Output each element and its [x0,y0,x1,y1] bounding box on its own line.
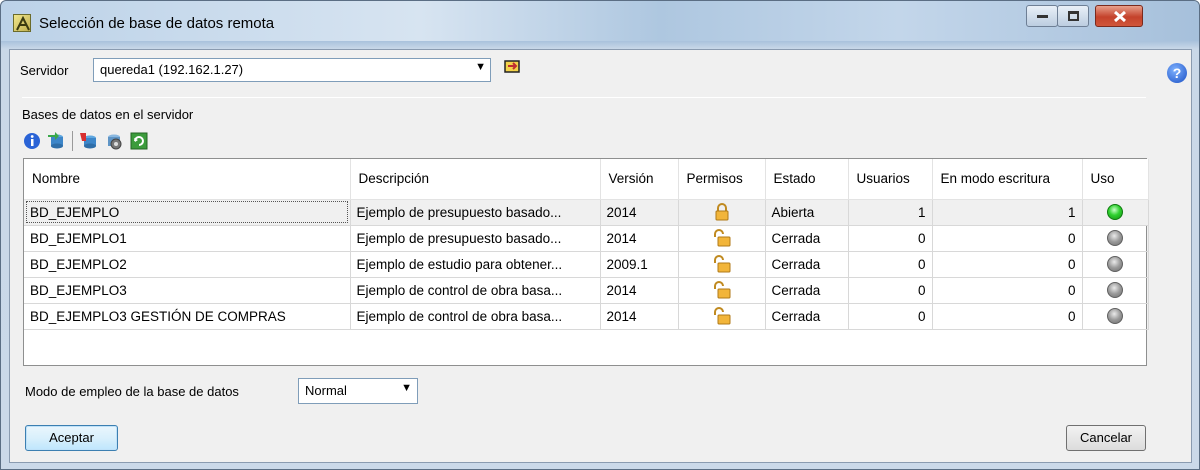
mode-label: Modo de empleo de la base de datos [25,384,239,399]
cell-version: 2014 [600,277,679,304]
cell-uso [1082,251,1149,278]
cell-estado: Abierta [765,199,849,226]
column-header-usuarios[interactable]: Usuarios [848,159,933,200]
status-inactive-icon [1107,256,1123,273]
table-row[interactable]: BD_EJEMPLO1 Ejemplo de presupuesto basado… [24,225,1149,252]
cell-nombre: BD_EJEMPLO [24,199,351,226]
cell-nombre: BD_EJEMPLO3 GESTIÓN DE COMPRAS [24,303,351,330]
maximize-icon [1068,11,1079,21]
databases-toolbar [22,126,242,154]
cell-estado: Cerrada [765,225,849,252]
table-row[interactable]: BD_EJEMPLO3 Ejemplo de control de obra ba… [24,277,1149,304]
separator [22,97,1146,98]
cell-estado: Cerrada [765,251,849,278]
cell-permisos [678,277,766,304]
column-header-uso[interactable]: Uso [1082,159,1149,200]
cell-usuarios: 0 [848,251,933,278]
cell-escritura: 1 [932,199,1083,226]
mode-dropdown[interactable]: Normal ▼ [298,378,418,404]
title-bar[interactable]: Selección de base de datos remota [1,1,1199,41]
cancel-button[interactable]: Cancelar [1066,425,1146,451]
db-settings-icon[interactable] [104,131,124,151]
status-inactive-icon [1107,308,1123,325]
cell-version: 2014 [600,199,679,226]
server-selected-value: quereda1 (192.162.1.27) [100,62,244,77]
column-header-permisos[interactable]: Permisos [678,159,766,200]
cell-uso [1082,225,1149,252]
window-title: Selección de base de datos remota [39,15,275,32]
column-header-estado[interactable]: Estado [765,159,849,200]
table-row[interactable]: BD_EJEMPLO2 Ejemplo de estudio para obten… [24,251,1149,278]
cell-escritura: 0 [932,251,1083,278]
refresh-icon[interactable] [129,131,149,151]
cell-permisos [678,225,766,252]
cell-uso [1082,277,1149,304]
cell-permisos [678,251,766,278]
cell-descripcion: Ejemplo de control de obra basa... [350,277,601,304]
cell-descripcion: Ejemplo de estudio para obtener... [350,251,601,278]
cell-version: 2014 [600,225,679,252]
cell-nombre: BD_EJEMPLO2 [24,251,351,278]
cell-uso [1082,199,1149,226]
cell-permisos [678,199,766,226]
chevron-down-icon: ▼ [401,382,412,394]
cell-version: 2009.1 [600,251,679,278]
status-inactive-icon [1107,282,1123,299]
cell-escritura: 0 [932,225,1083,252]
server-label: Servidor [20,63,69,78]
help-icon[interactable]: ? [1167,63,1187,83]
cell-nombre: BD_EJEMPLO3 [24,277,351,304]
status-inactive-icon [1107,230,1123,247]
accept-button[interactable]: Aceptar [25,425,118,451]
cell-version: 2014 [600,303,679,330]
cell-usuarios: 0 [848,225,933,252]
unlock-icon [713,229,730,247]
cell-usuarios: 0 [848,303,933,330]
table-row[interactable]: BD_EJEMPLO Ejemplo de presupuesto basado.… [24,199,1149,226]
cell-usuarios: 0 [848,277,933,304]
minimize-button[interactable] [1026,5,1058,27]
cell-estado: Cerrada [765,303,849,330]
cell-permisos [678,303,766,330]
cell-uso [1082,303,1149,330]
cell-nombre: BD_EJEMPLO1 [24,225,351,252]
cell-descripcion: Ejemplo de presupuesto basado... [350,199,601,226]
maximize-button[interactable] [1057,5,1089,27]
connect-db-icon[interactable] [47,131,67,151]
minimize-icon [1037,15,1048,18]
table-row[interactable]: BD_EJEMPLO3 GESTIÓN DE COMPRAS Ejemplo de… [24,303,1149,330]
column-header-descripcion[interactable]: Descripción [350,159,601,200]
databases-section-label: Bases de datos en el servidor [22,107,194,122]
databases-table: Nombre Descripción Versión Permisos Esta… [23,158,1149,366]
column-header-version[interactable]: Versión [600,159,679,200]
unlock-icon [713,255,730,273]
disconnect-db-icon[interactable] [79,131,99,151]
chevron-down-icon: ▼ [475,61,486,73]
table-header-row: Nombre Descripción Versión Permisos Esta… [24,159,1149,200]
cell-usuarios: 1 [848,199,933,226]
column-header-escritura[interactable]: En modo escritura [932,159,1083,200]
cell-escritura: 0 [932,277,1083,304]
status-active-icon [1107,204,1123,221]
app-icon [13,14,31,32]
close-icon [1113,10,1127,23]
unlock-icon [713,307,730,325]
unlock-icon [713,281,730,299]
connect-server-button[interactable] [497,56,537,84]
mode-selected-value: Normal [305,383,347,398]
cell-descripcion: Ejemplo de presupuesto basado... [350,225,601,252]
connect-icon [504,60,520,73]
lock-icon [715,203,728,221]
cell-estado: Cerrada [765,277,849,304]
cell-descripcion: Ejemplo de control de obra basa... [350,303,601,330]
server-dropdown[interactable]: quereda1 (192.162.1.27) ▼ [93,58,491,82]
close-button[interactable] [1095,5,1143,27]
column-header-nombre[interactable]: Nombre [24,159,351,200]
info-icon[interactable] [22,131,42,151]
cell-escritura: 0 [932,303,1083,330]
toolbar-separator [72,131,73,151]
